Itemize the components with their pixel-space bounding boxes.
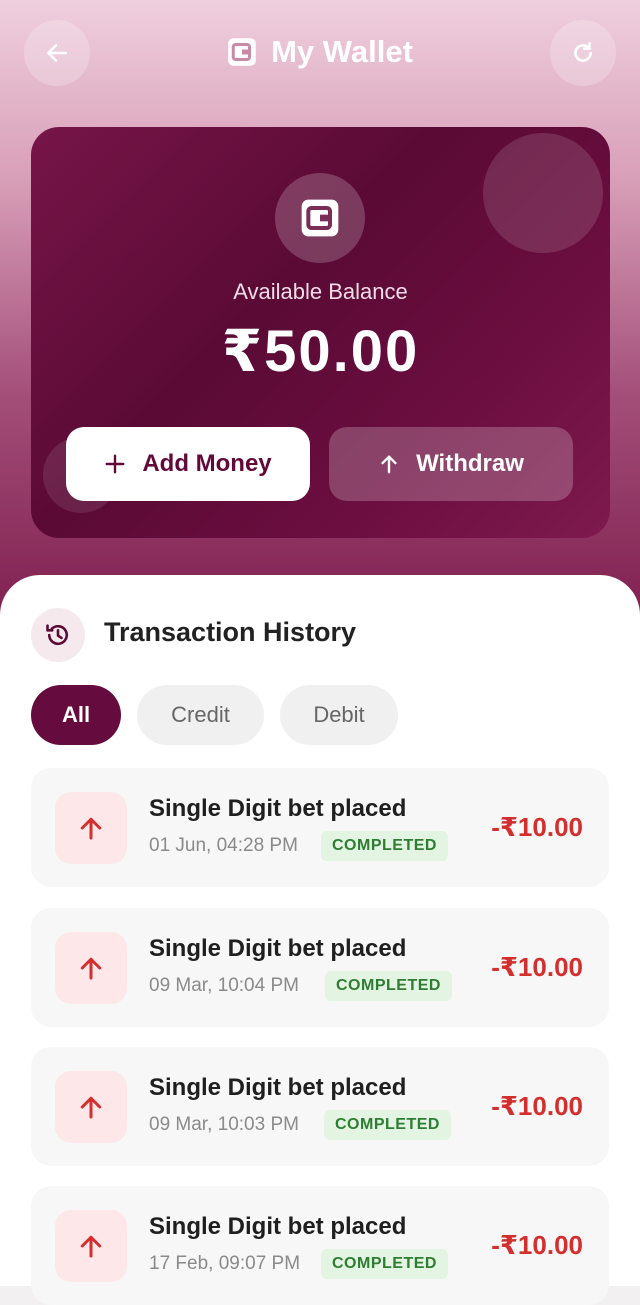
- add-money-button[interactable]: Add Money: [66, 427, 310, 501]
- transaction-date: 09 Mar, 10:03 PM: [149, 1114, 299, 1135]
- transaction-title: Single Digit bet placed: [149, 935, 407, 962]
- filter-tab-credit[interactable]: Credit: [137, 685, 264, 745]
- balance-card: Available Balance ₹50.00 Add Money Withd…: [31, 127, 610, 538]
- transaction-amount: -₹10.00: [491, 812, 583, 842]
- arrow-up-icon: [381, 455, 397, 474]
- debit-indicator: [55, 1210, 127, 1282]
- filter-tab-all[interactable]: All: [31, 685, 121, 745]
- plus-icon: [105, 454, 125, 474]
- wallet-icon-container: [275, 173, 365, 263]
- status-badge: COMPLETED: [321, 1249, 448, 1279]
- history-icon: [46, 624, 68, 646]
- transaction-date: 17 Feb, 09:07 PM: [149, 1253, 301, 1274]
- arrow-up-icon: [80, 817, 102, 840]
- arrow-up-icon: [80, 957, 102, 980]
- transaction-item[interactable]: Single Digit bet placed 17 Feb, 09:07 PM…: [31, 1186, 609, 1305]
- arrow-up-icon: [80, 1235, 102, 1258]
- transaction-title: Single Digit bet placed: [149, 1074, 407, 1101]
- transaction-item[interactable]: Single Digit bet placed 09 Mar, 10:04 PM…: [31, 908, 609, 1027]
- section-title: Transaction History: [104, 617, 357, 647]
- status-badge: COMPLETED: [321, 831, 448, 861]
- transaction-history-panel: Transaction History All Credit Debit Sin…: [0, 575, 640, 1305]
- history-icon-container: [31, 608, 85, 662]
- page-title: My Wallet: [271, 34, 413, 69]
- transaction-amount: -₹10.00: [491, 1091, 583, 1121]
- balance-label: Available Balance: [233, 279, 408, 304]
- withdraw-button[interactable]: Withdraw: [329, 427, 573, 501]
- debit-indicator: [55, 792, 127, 864]
- transaction-date: 09 Mar, 10:04 PM: [149, 975, 299, 996]
- transaction-title: Single Digit bet placed: [149, 795, 407, 822]
- debit-indicator: [55, 932, 127, 1004]
- refresh-icon: [574, 41, 592, 62]
- wallet-icon: [301, 199, 339, 237]
- withdraw-label: Withdraw: [416, 450, 524, 477]
- arrow-up-icon: [80, 1096, 102, 1119]
- wallet-icon: [228, 38, 256, 66]
- transaction-title: Single Digit bet placed: [149, 1213, 407, 1240]
- transaction-item[interactable]: Single Digit bet placed 01 Jun, 04:28 PM…: [31, 768, 609, 887]
- debit-indicator: [55, 1071, 127, 1143]
- balance-amount: ₹50.00: [221, 319, 420, 384]
- add-money-label: Add Money: [142, 450, 272, 477]
- transaction-amount: -₹10.00: [491, 952, 583, 982]
- status-badge: COMPLETED: [325, 971, 452, 1001]
- page-title-bar: My Wallet: [0, 26, 640, 78]
- filter-tab-debit[interactable]: Debit: [280, 685, 398, 745]
- transaction-date: 01 Jun, 04:28 PM: [149, 835, 298, 856]
- decorative-circle: [483, 133, 603, 253]
- transaction-amount: -₹10.00: [491, 1230, 583, 1260]
- transaction-item[interactable]: Single Digit bet placed 09 Mar, 10:03 PM…: [31, 1047, 609, 1166]
- status-badge: COMPLETED: [324, 1110, 451, 1140]
- refresh-button[interactable]: [550, 20, 616, 86]
